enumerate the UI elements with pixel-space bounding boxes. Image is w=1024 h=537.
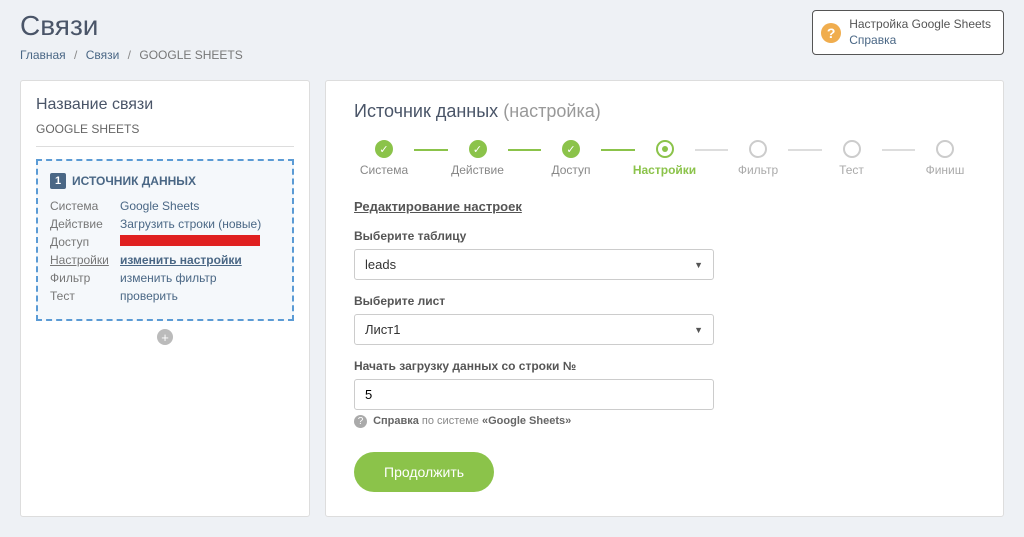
src-label-system: Система <box>50 199 120 213</box>
help-icon: ? <box>821 23 841 43</box>
help-question-icon: ? <box>354 415 367 428</box>
step-action[interactable]: Действие <box>448 140 508 177</box>
help-box-link[interactable]: Справка <box>849 33 991 49</box>
step-test[interactable]: Тест <box>822 140 882 177</box>
src-label-test: Тест <box>50 289 120 303</box>
src-val-test[interactable]: проверить <box>120 289 178 303</box>
src-label-action: Действие <box>50 217 120 231</box>
breadcrumb-current: GOOGLE SHEETS <box>139 48 242 62</box>
breadcrumb-links[interactable]: Связи <box>86 48 120 62</box>
label-table: Выберите таблицу <box>354 229 975 243</box>
src-val-filter[interactable]: изменить фильтр <box>120 271 217 285</box>
src-label-access: Доступ <box>50 235 120 249</box>
source-box: 1 ИСТОЧНИК ДАННЫХ Система Google Sheets … <box>36 159 294 321</box>
step-access[interactable]: Доступ <box>541 140 601 177</box>
src-val-action[interactable]: Загрузить строки (новые) <box>120 217 261 231</box>
label-start-row: Начать загрузку данных со строки № <box>354 359 975 373</box>
src-val-settings[interactable]: изменить настройки <box>120 253 242 267</box>
label-sheet: Выберите лист <box>354 294 975 308</box>
breadcrumb: Главная / Связи / GOOGLE SHEETS <box>20 48 243 62</box>
src-label-filter: Фильтр <box>50 271 120 285</box>
left-panel-title: Название связи <box>36 96 294 114</box>
step-system[interactable]: Система <box>354 140 414 177</box>
src-label-settings: Настройки <box>50 253 120 267</box>
left-panel: Название связи GOOGLE SHEETS 1 ИСТОЧНИК … <box>20 80 310 517</box>
connection-name: GOOGLE SHEETS <box>36 122 294 147</box>
continue-button[interactable]: Продолжить <box>354 452 494 492</box>
breadcrumb-home[interactable]: Главная <box>20 48 66 62</box>
help-box: ? Настройка Google Sheets Справка <box>812 10 1004 55</box>
form-section-title: Редактирование настроек <box>354 199 975 214</box>
right-panel: Источник данных (настройка) Система Дейс… <box>325 80 1004 517</box>
add-button[interactable]: + <box>157 329 173 345</box>
input-start-row[interactable] <box>354 379 714 410</box>
select-sheet[interactable]: Лист1 <box>354 314 714 345</box>
step-finish[interactable]: Финиш <box>915 140 975 177</box>
help-box-title: Настройка Google Sheets <box>849 17 991 33</box>
source-header: 1 ИСТОЧНИК ДАННЫХ <box>50 173 280 189</box>
stepper: Система Действие Доступ Настройки Фильтр… <box>354 140 975 177</box>
src-val-system[interactable]: Google Sheets <box>120 199 199 213</box>
step-settings[interactable]: Настройки <box>635 140 695 177</box>
source-number: 1 <box>50 173 66 189</box>
right-panel-title: Источник данных (настройка) <box>354 101 975 122</box>
select-table[interactable]: leads <box>354 249 714 280</box>
form-help-line: ? Справка по системе «Google Sheets» <box>354 415 975 428</box>
step-filter[interactable]: Фильтр <box>728 140 788 177</box>
page-title: Связи <box>20 10 243 42</box>
redacted-access <box>120 235 260 246</box>
